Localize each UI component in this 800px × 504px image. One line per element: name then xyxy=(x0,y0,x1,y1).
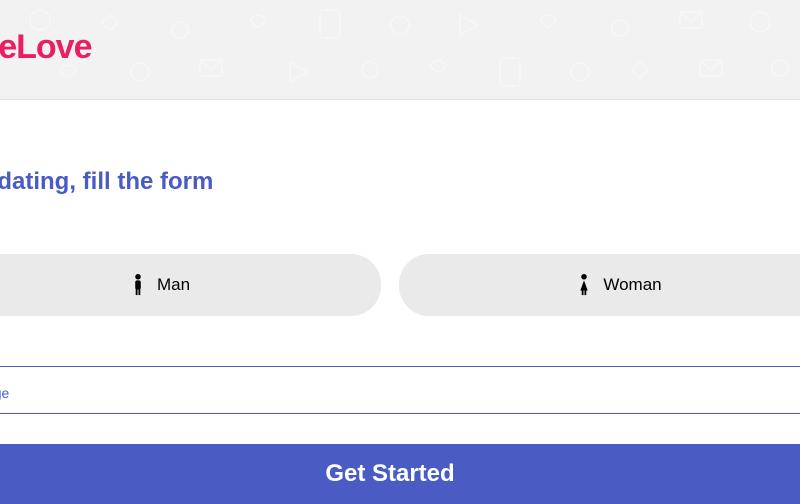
age-select[interactable]: ct your age xyxy=(0,385,800,414)
brand-logo: ateLove xyxy=(0,28,92,67)
get-started-button[interactable]: Get Started xyxy=(0,444,800,504)
age-select-placeholder: ct your age xyxy=(0,385,9,401)
gender-woman-label: Woman xyxy=(603,275,661,295)
man-icon xyxy=(131,274,145,296)
gender-option-woman[interactable]: Woman xyxy=(399,254,800,316)
form-title: art dating, fill the form xyxy=(0,168,800,196)
age-field-label: : xyxy=(0,342,800,367)
header-pattern xyxy=(0,0,800,100)
signup-form: art dating, fill the form Man Woman : ct… xyxy=(0,168,800,504)
woman-icon xyxy=(577,274,591,296)
header: ateLove xyxy=(0,0,800,100)
age-field: : xyxy=(0,342,800,367)
gender-selector: Man Woman xyxy=(0,254,800,316)
gender-option-man[interactable]: Man xyxy=(0,254,381,316)
gender-man-label: Man xyxy=(157,275,190,295)
